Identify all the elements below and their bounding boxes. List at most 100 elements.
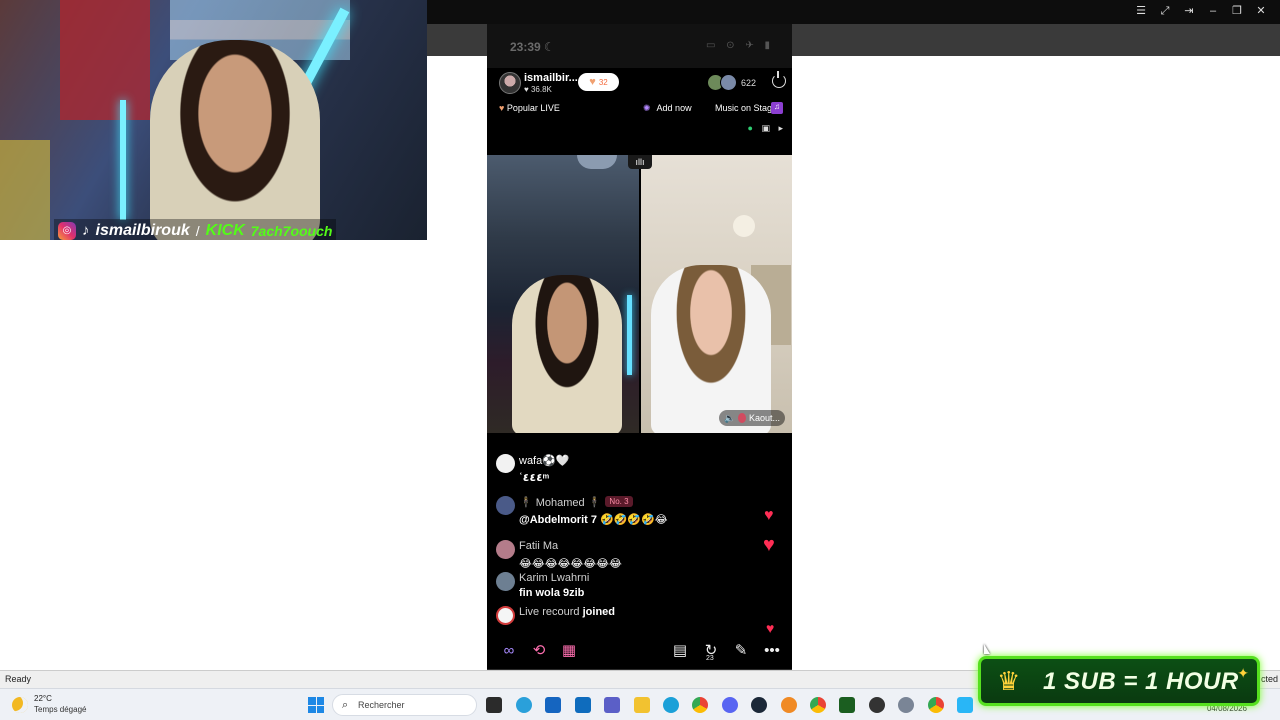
magic-wand-icon[interactable]: ✎ (729, 639, 753, 663)
phone-clock: 23:39 ☾ (510, 40, 555, 54)
close-button[interactable]: ✕ (1256, 4, 1266, 18)
comment-text: ʿ٤٤٤ ͫ (519, 472, 546, 484)
power-icon[interactable] (772, 71, 786, 88)
share-icon[interactable]: ↻ 23 (699, 639, 723, 663)
comment-item[interactable]: wafa⚽🤍 ʿ٤٤٤ ͫ (496, 454, 756, 488)
mouse-cursor (984, 644, 990, 654)
like-count-pill[interactable]: ♥ 32 (578, 73, 619, 91)
start-button[interactable] (308, 697, 324, 713)
share-count: 23 (706, 655, 714, 662)
floating-heart-icon: ♥ (766, 620, 775, 636)
taskbar-search[interactable]: ⌕ Rechercher (332, 694, 477, 716)
restore-button[interactable]: ❐ (1232, 4, 1242, 18)
outlook-icon[interactable] (575, 697, 591, 713)
heart-icon: ♥ (589, 76, 596, 88)
host-person (512, 275, 622, 433)
discord-icon[interactable] (722, 697, 738, 713)
commenter-name: Karim Lwahrni (519, 572, 590, 584)
background-jersey (60, 0, 150, 120)
more-icon[interactable]: ••• (760, 639, 784, 663)
edge-icon[interactable] (663, 697, 679, 713)
fullscreen-icon[interactable]: ⤢ (1160, 4, 1170, 18)
scrcpy-icon[interactable] (957, 697, 973, 713)
commenter-name: Fatii Ma (519, 540, 559, 552)
search-icon: ⌕ (342, 699, 349, 711)
search-placeholder: Rechercher (358, 700, 405, 710)
live-action-bar: ∞ ⟲ ▦ ▤ ↻ 23 ✎ ••• (487, 637, 792, 667)
status-text: Ready (5, 674, 32, 684)
popular-live-tag[interactable]: ♥ Popular LIVE (499, 103, 560, 113)
guest-avatar (738, 413, 746, 423)
minimize-button[interactable]: – (1208, 4, 1218, 18)
sub-goal-text: 1 SUB = 1 HOUR (1043, 668, 1239, 695)
comment-text: 😂😂😂😂😂😂😂😂 (519, 558, 622, 570)
streamer (150, 40, 320, 240)
music-stage-icon: ♫ (771, 102, 783, 114)
commenter-name: 🕴 Mohamed 🕴 No. 3 (519, 496, 633, 509)
phone-status-bar: 23:39 ☾ ▭ ⊙ ✈ ▮ (487, 24, 792, 68)
ceiling-fan (577, 155, 617, 169)
store-icon[interactable] (545, 697, 561, 713)
guest-name-tag[interactable]: 🔈 Kaout... (719, 410, 785, 426)
heart-icon: ♥ (499, 103, 505, 113)
host-name[interactable]: ismailbir... (524, 72, 578, 84)
sparkle-icon: ✺ (643, 103, 651, 113)
instagram-icon: ◎ (58, 221, 76, 240)
floating-heart-icon: ♥ (763, 534, 775, 556)
comment-item[interactable]: Karim Lwahrni fin wola 9zib (496, 572, 756, 606)
grid-icon[interactable]: ▦ (557, 639, 581, 663)
teams-icon[interactable] (604, 697, 620, 713)
comment-text: fin wola 9zib (519, 587, 585, 599)
window-titlebar: ☰ ⤢ ⇥ – ❐ ✕ (427, 0, 1280, 24)
telegram-icon[interactable] (516, 697, 532, 713)
host-likes: ♥ 36.8K (524, 85, 552, 94)
settings-icon[interactable] (898, 697, 914, 713)
link-icon[interactable]: ⟲ (527, 639, 551, 663)
guest-person (651, 265, 771, 433)
chrome-icon[interactable] (928, 697, 944, 713)
separator: / (195, 222, 200, 239)
chrome-icon[interactable] (810, 697, 826, 713)
like-count: 32 (598, 77, 608, 87)
crown-icon: ♛ (997, 666, 1021, 696)
moon-weather-icon[interactable] (12, 697, 28, 713)
music-on-stage-button[interactable]: Music on Stag (715, 103, 771, 113)
viewer-avatars[interactable] (707, 74, 739, 92)
steam-icon[interactable] (751, 697, 767, 713)
kick-app-icon[interactable] (839, 697, 855, 713)
kick-label: KICK (205, 221, 245, 239)
join-notice[interactable]: Live recourd joined (496, 606, 756, 628)
app-icon[interactable] (781, 697, 797, 713)
commenter-avatar (496, 540, 515, 559)
host-video[interactable] (487, 155, 639, 433)
file-explorer-icon[interactable] (634, 697, 650, 713)
audio-levels-icon[interactable]: ıllı (628, 155, 652, 169)
guest-video[interactable] (641, 155, 792, 433)
pin-icon[interactable]: ⇥ (1184, 4, 1194, 18)
tiktok-icon: ♪ (82, 222, 90, 239)
task-view-icon[interactable] (486, 697, 502, 713)
comment-item[interactable]: Fatii Ma 😂😂😂😂😂😂😂😂 (496, 540, 756, 574)
background-jersey (0, 140, 50, 240)
commenter-name: wafa⚽🤍 (519, 455, 570, 467)
mini-controls[interactable]: ● ▣ ▸ (748, 123, 786, 134)
window-controls: ☰ ⤢ ⇥ – ❐ ✕ (1136, 4, 1266, 18)
infinity-icon[interactable]: ∞ (497, 639, 521, 663)
clip-icon[interactable]: ▤ (668, 639, 692, 663)
comment-item[interactable]: 🕴 Mohamed 🕴 No. 3 @Abdelmorit 7 🤣🤣🤣🤣😂 (496, 496, 756, 530)
floating-heart-icon: ♥ (764, 507, 774, 524)
neon-light (627, 295, 632, 375)
host-avatar[interactable] (499, 72, 521, 94)
obs-icon[interactable] (869, 697, 885, 713)
add-now-button[interactable]: ✺ Add now (643, 103, 692, 114)
temperature[interactable]: 22°C (34, 694, 52, 703)
guest-name: Kaout... (748, 413, 780, 423)
menu-icon[interactable]: ☰ (1136, 4, 1146, 18)
chrome-icon[interactable] (692, 697, 708, 713)
comment-text: @Abdelmorit 7 🤣🤣🤣🤣😂 (519, 514, 668, 526)
weather-description[interactable]: Temps dégagé (34, 705, 86, 714)
viewer-count[interactable]: 622 (741, 78, 756, 88)
video-divider (639, 155, 641, 433)
speaker-icon: 🔈 (724, 412, 736, 423)
commenter-avatar (496, 572, 515, 591)
